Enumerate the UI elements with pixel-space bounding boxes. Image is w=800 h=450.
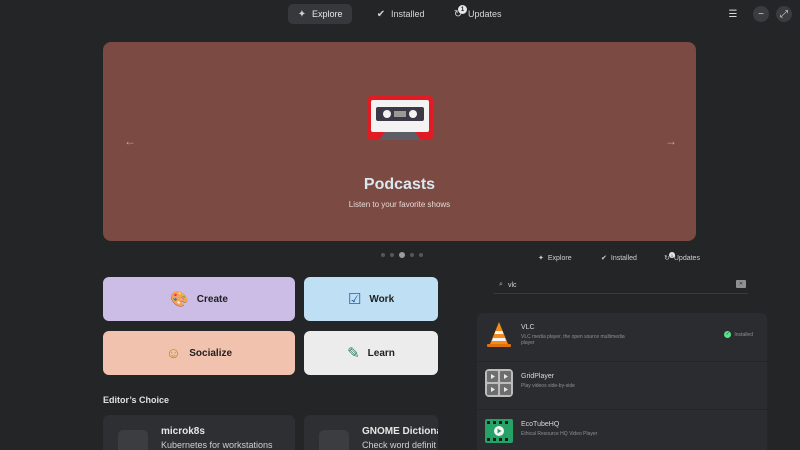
checkbox-icon: ☑ — [347, 290, 362, 308]
carousel-dot[interactable] — [381, 253, 385, 257]
carousel-dot-active[interactable] — [399, 252, 405, 258]
app-card[interactable]: GNOME Dictionar Check word definit — [304, 415, 438, 450]
status-label: Installed — [734, 331, 753, 338]
category-socialize[interactable]: ☺ Socialize — [103, 331, 295, 375]
featured-banner[interactable]: ← → Podcasts Listen to your favorite sho… — [103, 42, 696, 241]
grid-player-icon — [485, 369, 513, 397]
result-name: VLC — [521, 324, 535, 331]
category-label: Work — [369, 293, 395, 305]
result-name: GridPlayer — [521, 373, 555, 380]
maximize-icon: ⤢ — [780, 8, 788, 20]
app-icon — [319, 430, 349, 450]
hamburger-icon: ☰ — [728, 8, 738, 20]
result-name: EcoTubeHQ — [521, 421, 560, 428]
installed-status: ✓ Installed — [724, 331, 753, 338]
smile-icon: ☺ — [165, 344, 182, 362]
tab-label: Explore — [312, 9, 343, 19]
mini-tab-explore[interactable]: ✦ Explore — [538, 254, 572, 263]
tab-updates[interactable]: ↻ Updates 1 — [444, 4, 511, 24]
compass-icon: ✦ — [297, 8, 307, 20]
maximize-button[interactable]: ⤢ — [776, 6, 792, 22]
search-query[interactable]: vlc — [508, 282, 517, 289]
mini-tab-updates[interactable]: ↻ Updates 1 — [664, 252, 700, 262]
carousel-indicator — [381, 252, 423, 258]
check-circle-icon: ✔ — [601, 255, 607, 262]
check-circle-icon: ✔ — [376, 8, 386, 20]
banner-subtitle: Listen to your favorite shows — [348, 200, 451, 209]
cassette-icon — [367, 96, 433, 140]
category-label: Learn — [367, 347, 395, 359]
check-icon: ✓ — [724, 331, 732, 338]
film-strip-icon — [485, 419, 513, 443]
category-label: Create — [196, 293, 228, 305]
banner-title: Podcasts — [363, 176, 436, 193]
search-field[interactable]: ⌕ vlc ✕ — [494, 278, 748, 292]
result-description: VLC media player, the open source multim… — [521, 334, 625, 340]
editors-choice-heading: Editor’s Choice — [103, 395, 170, 405]
app-description: Kubernetes for workstations — [161, 440, 273, 450]
minimize-icon: − — [758, 8, 764, 20]
arrow-right-icon[interactable]: → — [665, 134, 677, 148]
result-row[interactable]: VLC VLC media player, the open source mu… — [477, 313, 767, 355]
vlc-cone-icon — [487, 322, 511, 347]
minimize-button[interactable]: − — [753, 6, 769, 22]
update-count-badge: 1 — [458, 5, 467, 14]
arrow-left-icon[interactable]: ← — [124, 134, 136, 148]
palette-icon: 🎨 — [170, 290, 189, 308]
menu-button[interactable]: ☰ — [725, 6, 741, 22]
app-name: GNOME Dictionar — [362, 426, 438, 437]
search-icon: ⌕ — [499, 281, 503, 288]
result-description: Ethical Resource HQ Video Player — [521, 431, 598, 437]
carousel-dot[interactable] — [390, 253, 394, 257]
result-description: player — [521, 340, 535, 346]
app-icon — [118, 430, 148, 450]
category-create[interactable]: 🎨 Create — [103, 277, 295, 321]
clear-search-icon[interactable]: ✕ — [736, 280, 746, 288]
category-work[interactable]: ☑ Work — [304, 277, 438, 321]
header-bar: ✦ Explore ✔ Installed ↻ Updates 1 ☰ − ⤢ — [0, 0, 800, 30]
result-description: Play videos side-by-side — [521, 383, 575, 389]
carousel-dot[interactable] — [419, 253, 423, 257]
carousel-dot[interactable] — [410, 253, 414, 257]
divider — [494, 293, 748, 294]
mini-tab-installed[interactable]: ✔ Installed — [601, 254, 637, 263]
app-description: Check word definit — [362, 440, 437, 450]
mini-tab-label: Updates — [673, 254, 700, 262]
mini-update-badge: 1 — [669, 252, 675, 258]
result-row[interactable]: GridPlayer Play videos side-by-side — [477, 361, 767, 403]
tab-explore[interactable]: ✦ Explore — [288, 4, 352, 24]
learn-icon: ✎ — [347, 344, 360, 362]
search-results-list: VLC VLC media player, the open source mu… — [477, 313, 767, 450]
app-name: microk8s — [161, 426, 205, 437]
category-learn[interactable]: ✎ Learn — [304, 331, 438, 375]
app-card[interactable]: microk8s Kubernetes for workstations — [103, 415, 295, 450]
category-label: Socialize — [189, 347, 233, 359]
compass-icon: ✦ — [538, 255, 544, 262]
tab-label: Updates — [468, 9, 502, 19]
mini-tab-label: Explore — [547, 254, 572, 262]
result-row[interactable]: EcoTubeHQ Ethical Resource HQ Video Play… — [477, 409, 767, 450]
tab-label: Installed — [391, 9, 425, 19]
mini-tab-label: Installed — [610, 254, 637, 262]
tab-installed[interactable]: ✔ Installed — [367, 4, 434, 24]
